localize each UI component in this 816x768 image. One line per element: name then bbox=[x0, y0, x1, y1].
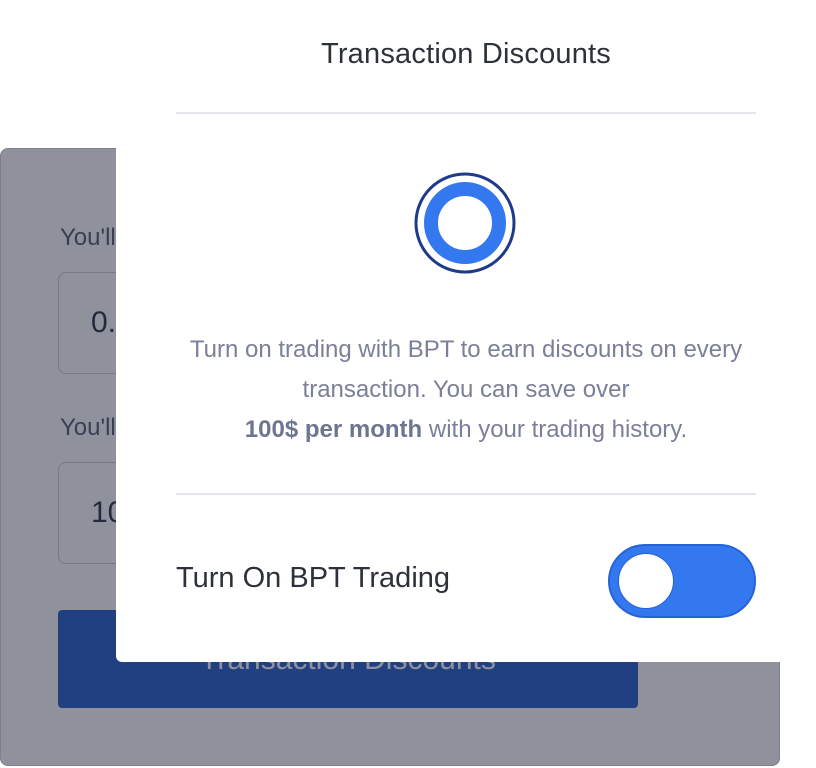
toggle-knob[interactable] bbox=[618, 553, 674, 609]
description-text: Turn on trading with BPT to earn discoun… bbox=[189, 336, 743, 403]
transaction-discounts-modal: Transaction Discounts Turn on trading wi… bbox=[116, 0, 816, 662]
modal-description: Turn on trading with BPT to earn discoun… bbox=[156, 330, 776, 450]
page: You'll pay 0. You'll get 10 Transaction … bbox=[0, 0, 816, 768]
divider bbox=[176, 112, 756, 114]
bpt-trading-label: Turn On BPT Trading bbox=[176, 562, 451, 594]
description-highlight: 100$ per month bbox=[244, 416, 423, 443]
ring-icon bbox=[414, 172, 516, 274]
divider bbox=[176, 493, 756, 495]
modal-title: Transaction Discounts bbox=[320, 38, 612, 70]
description-text-end: with your trading history. bbox=[428, 416, 688, 443]
bpt-trading-toggle[interactable] bbox=[608, 544, 756, 618]
